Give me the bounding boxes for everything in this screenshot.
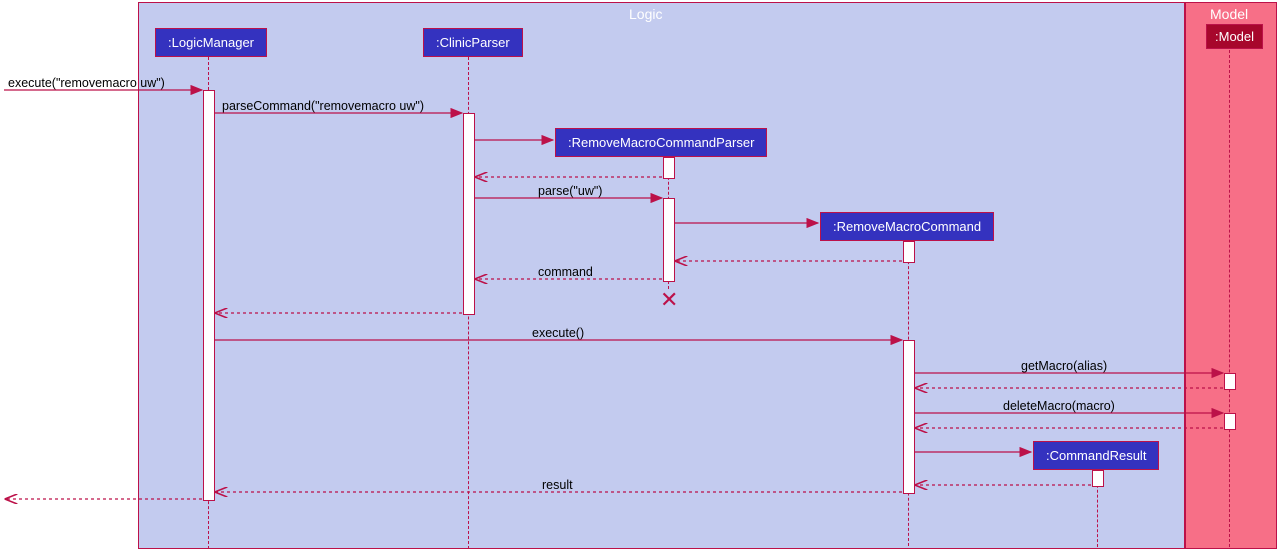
participant-clinic-parser-label: :ClinicParser [436,35,510,50]
msg-parse-uw: parse("uw") [538,184,602,198]
msg-command: command [538,265,593,279]
participant-model-label: :Model [1215,29,1254,44]
msg-result: result [542,478,573,492]
participant-remove-macro-parser-label: :RemoveMacroCommandParser [568,135,754,150]
msg-parse-command: parseCommand("removemacro uw") [222,99,424,113]
msg-execute-call: execute("removemacro uw") [8,76,165,90]
msg-execute: execute() [532,326,584,340]
participant-command-result: :CommandResult [1033,441,1159,470]
participant-clinic-parser: :ClinicParser [423,28,523,57]
participant-remove-macro-command-label: :RemoveMacroCommand [833,219,981,234]
activation-logic-manager [203,90,215,501]
msg-get-macro: getMacro(alias) [1021,359,1107,373]
participant-remove-macro-command: :RemoveMacroCommand [820,212,994,241]
activation-model-2 [1224,413,1236,430]
model-box-title: Model [1210,6,1248,22]
destroy-cross-icon: ✕ [660,289,678,311]
participant-command-result-label: :CommandResult [1046,448,1146,463]
participant-logic-manager-label: :LogicManager [168,35,254,50]
participant-model: :Model [1206,24,1263,49]
participant-logic-manager: :LogicManager [155,28,267,57]
model-box: Model [1185,2,1277,549]
msg-delete-macro: deleteMacro(macro) [1003,399,1115,413]
activation-remove-macro-parser-1 [663,157,675,179]
activation-model-1 [1224,373,1236,390]
lifeline-model [1229,50,1230,547]
logic-box-title: Logic [629,6,662,22]
activation-remove-macro-parser-2 [663,198,675,282]
activation-remove-macro-command-2 [903,340,915,494]
logic-box: Logic [138,2,1185,549]
activation-remove-macro-command-1 [903,241,915,263]
participant-remove-macro-parser: :RemoveMacroCommandParser [555,128,767,157]
activation-command-result [1092,470,1104,487]
activation-clinic-parser [463,113,475,315]
